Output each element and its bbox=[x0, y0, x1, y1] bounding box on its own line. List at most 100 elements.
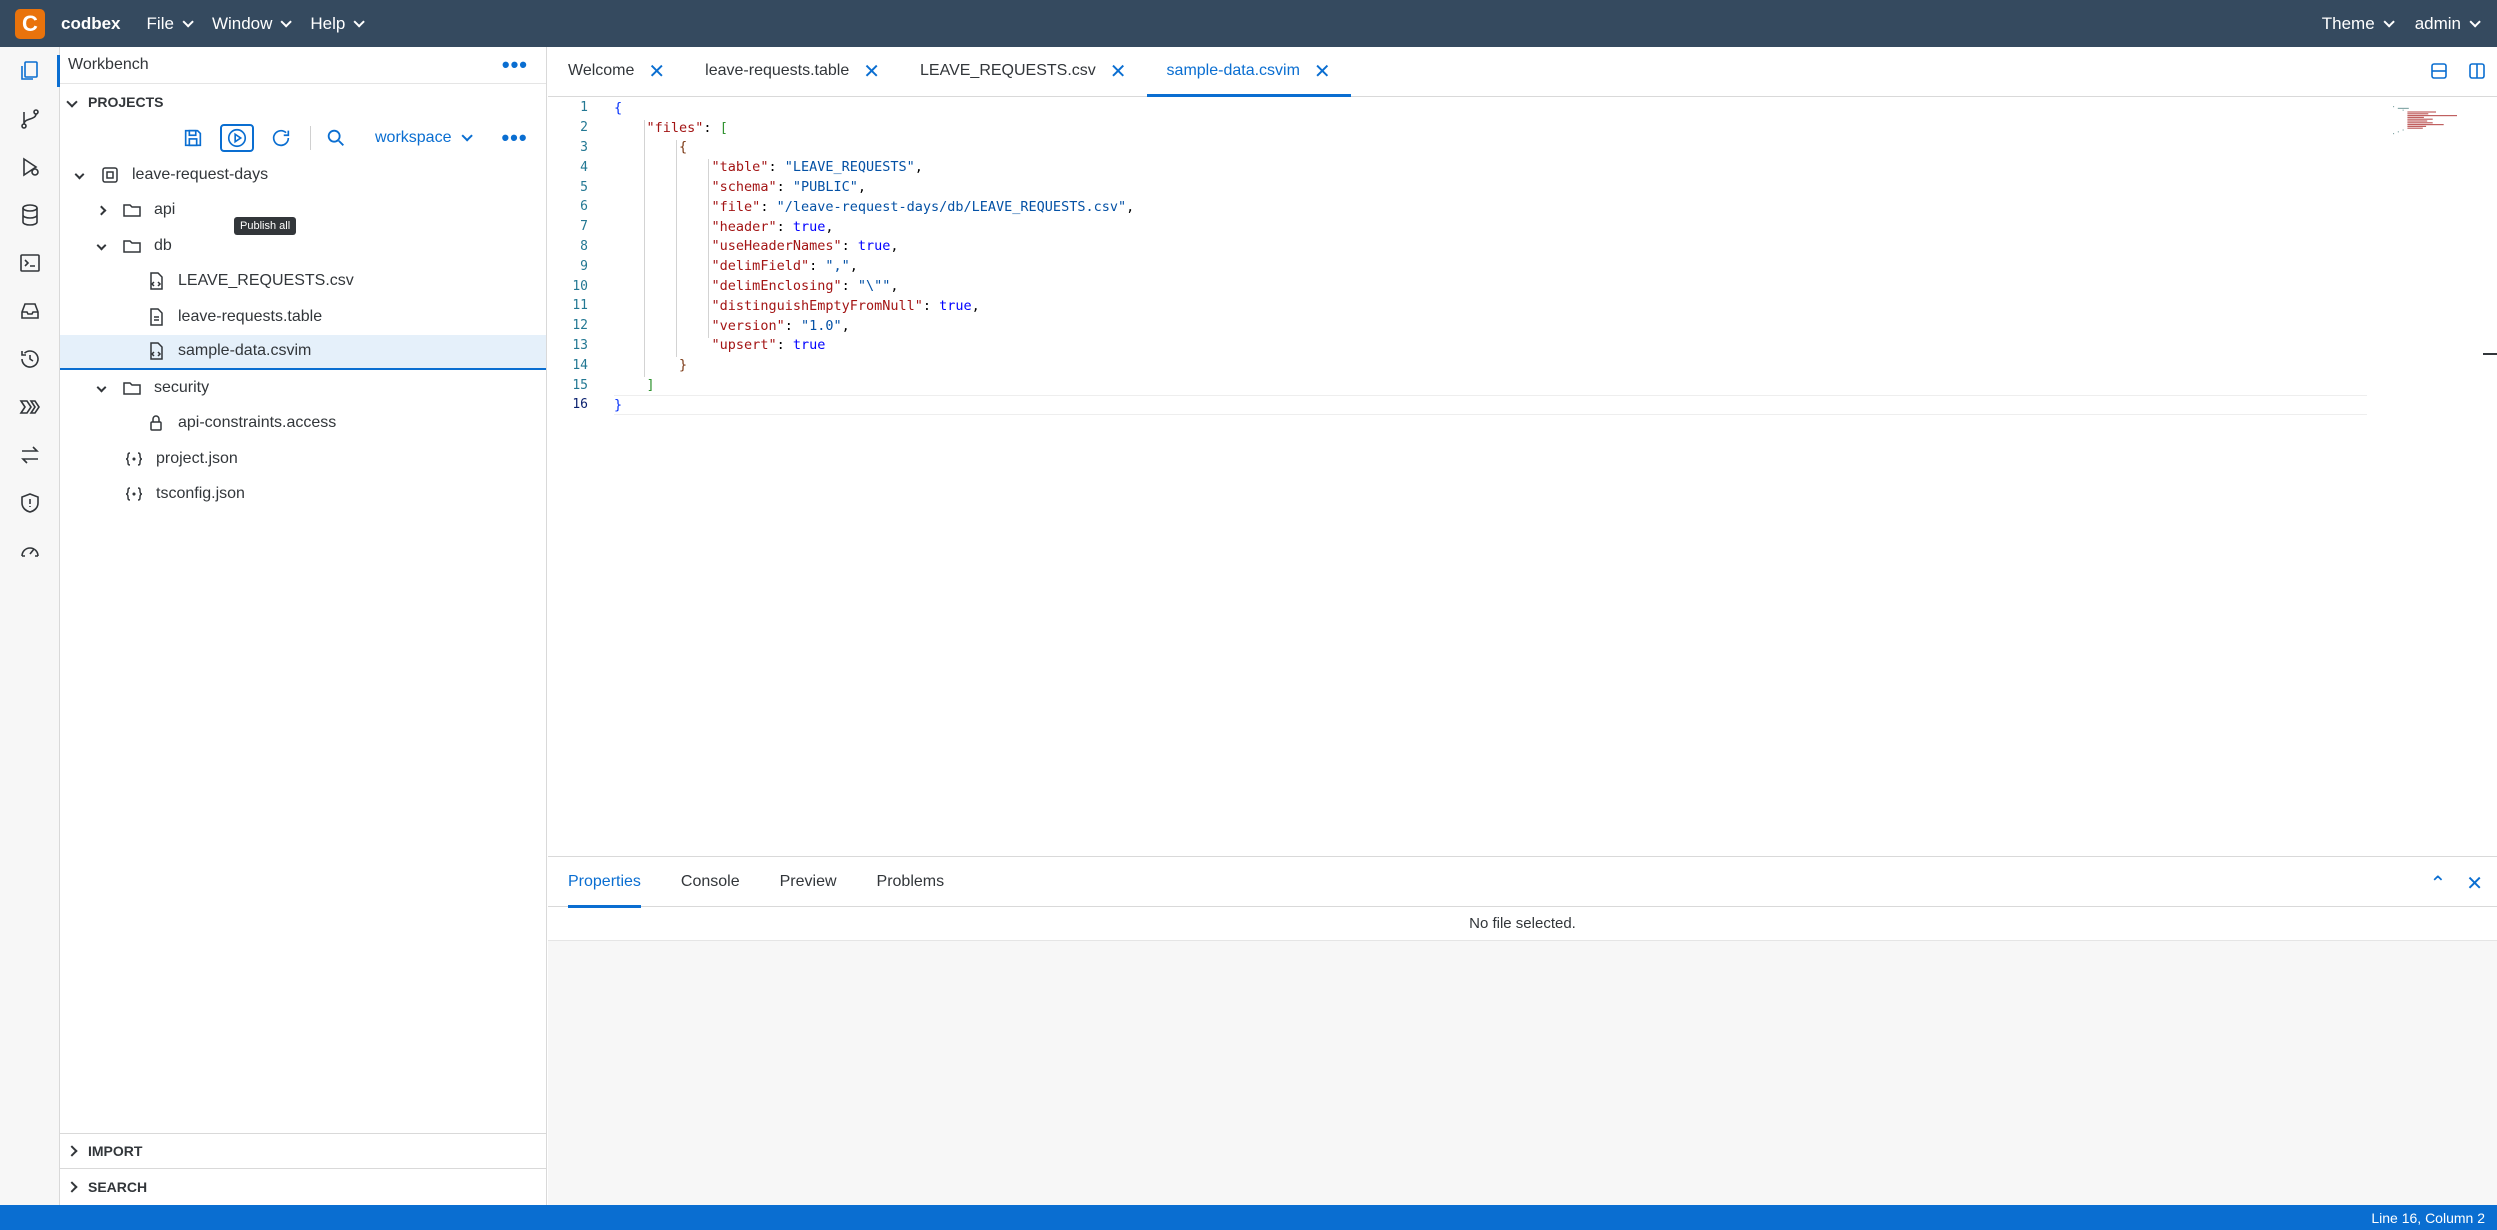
code-editor[interactable]: 1{2 "files": [3 {4 "table": "LEAVE_REQUE… bbox=[548, 98, 2497, 858]
line-number: 2 bbox=[580, 120, 588, 136]
activity-monitor[interactable] bbox=[0, 527, 60, 575]
line-content: "upsert": true bbox=[711, 337, 826, 354]
chevron-right-icon bbox=[66, 1180, 78, 1193]
tree-item-folder[interactable]: db bbox=[60, 228, 546, 264]
code-line[interactable]: 4 "table": "LEAVE_REQUESTS", bbox=[548, 157, 2497, 177]
tab-console[interactable]: Console bbox=[661, 857, 760, 907]
chevron-down-icon bbox=[2383, 15, 2395, 28]
expand-toggle[interactable] bbox=[72, 169, 86, 180]
activity-history[interactable] bbox=[0, 335, 60, 383]
project-tree: leave-request-days api db LEAVE_REQUESTS… bbox=[60, 157, 546, 512]
code-line[interactable]: 1{ bbox=[548, 98, 2497, 118]
close-icon[interactable]: ✕ bbox=[2466, 871, 2483, 896]
search-button[interactable] bbox=[319, 124, 353, 152]
code-line[interactable]: 7 "header": true, bbox=[548, 217, 2497, 237]
close-icon[interactable]: ✕ bbox=[1110, 59, 1127, 84]
git-branch-icon bbox=[21, 109, 39, 129]
projects-more-icon[interactable]: ••• bbox=[501, 127, 527, 149]
chevron-up-icon[interactable]: ⌃ bbox=[2429, 871, 2446, 896]
folder-icon bbox=[123, 204, 141, 217]
code-line[interactable]: 3 { bbox=[548, 138, 2497, 158]
activity-transport[interactable] bbox=[0, 431, 60, 479]
close-icon[interactable]: ✕ bbox=[1314, 59, 1331, 84]
menu-file[interactable]: File bbox=[147, 14, 194, 34]
activity-terminal[interactable] bbox=[0, 239, 60, 287]
menu-window[interactable]: Window bbox=[212, 14, 293, 34]
publish-all-button[interactable] bbox=[220, 124, 254, 152]
code-line[interactable]: 11 "distinguishEmptyFromNull": true, bbox=[548, 296, 2497, 316]
tab-sample-data-csvim[interactable]: sample-data.csvim ✕ bbox=[1146, 46, 1351, 97]
expand-toggle[interactable] bbox=[94, 205, 108, 216]
tree-item-file[interactable]: LEAVE_REQUESTS.csv bbox=[60, 264, 546, 300]
tab-welcome[interactable]: Welcome ✕ bbox=[548, 46, 685, 96]
tree-item-file-selected[interactable]: sample-data.csvim bbox=[60, 334, 546, 370]
code-line[interactable]: 16} bbox=[548, 394, 2497, 415]
split-vertical-icon[interactable] bbox=[2467, 61, 2487, 81]
line-content: ] bbox=[646, 377, 655, 394]
tree-item-label: db bbox=[154, 236, 172, 254]
code-line[interactable]: 2 "files": [ bbox=[548, 118, 2497, 138]
tab-leave-requests-csv[interactable]: LEAVE_REQUESTS.csv ✕ bbox=[900, 46, 1147, 96]
activity-pipeline[interactable] bbox=[0, 383, 60, 431]
cursor-position: Line 16, Column 2 bbox=[2371, 1209, 2485, 1226]
bottom-panel: Properties Console Preview Problems ⌃ ✕ … bbox=[548, 856, 2497, 1205]
tree-item-folder[interactable]: security bbox=[60, 370, 546, 406]
code-line[interactable]: 5 "schema": "PUBLIC", bbox=[548, 177, 2497, 197]
line-number: 15 bbox=[572, 377, 588, 393]
minimap[interactable] bbox=[2387, 106, 2465, 136]
chevron-down-icon bbox=[96, 382, 106, 393]
expand-toggle[interactable] bbox=[94, 240, 108, 251]
tab-problems[interactable]: Problems bbox=[857, 857, 965, 907]
tab-properties[interactable]: Properties bbox=[548, 857, 661, 908]
code-line[interactable]: 15 ] bbox=[548, 375, 2497, 395]
projects-section-header[interactable]: PROJECTS bbox=[60, 84, 546, 119]
tree-item-label: security bbox=[154, 378, 210, 396]
collapsed-sections: IMPORT SEARCH bbox=[60, 1133, 546, 1204]
expand-toggle[interactable] bbox=[94, 382, 108, 393]
menu-help[interactable]: Help bbox=[310, 14, 366, 34]
tree-item-file[interactable]: api-constraints.access bbox=[60, 406, 546, 442]
code-line[interactable]: 6 "file": "/leave-request-days/db/LEAVE_… bbox=[548, 197, 2497, 217]
menu-user[interactable]: admin bbox=[2415, 14, 2481, 34]
projects-toolbar: workspace ••• Publish all bbox=[60, 119, 546, 235]
activity-git[interactable] bbox=[0, 95, 60, 143]
tab-preview[interactable]: Preview bbox=[760, 857, 857, 907]
codbex-logo-icon[interactable]: C bbox=[15, 8, 45, 39]
status-bar: Line 16, Column 2 bbox=[0, 1205, 2497, 1230]
more-options-icon[interactable]: ••• bbox=[502, 54, 528, 76]
workspace-select[interactable]: workspace bbox=[375, 129, 474, 147]
close-icon[interactable]: ✕ bbox=[863, 59, 880, 84]
activity-inbox[interactable] bbox=[0, 287, 60, 335]
close-icon[interactable]: ✕ bbox=[648, 59, 665, 84]
import-section-header[interactable]: IMPORT bbox=[60, 1134, 546, 1169]
line-content: "header": true, bbox=[711, 218, 834, 235]
brand-name: codbex bbox=[61, 13, 121, 33]
database-icon bbox=[22, 204, 38, 226]
editor-layout-tools bbox=[2411, 61, 2487, 81]
code-line[interactable]: 13 "upsert": true bbox=[548, 336, 2497, 356]
code-line[interactable]: 10 "delimEnclosing": "\"", bbox=[548, 276, 2497, 296]
activity-debug[interactable] bbox=[0, 143, 60, 191]
json-icon bbox=[125, 487, 143, 501]
tree-item-project[interactable]: leave-request-days bbox=[60, 157, 546, 193]
file-icon bbox=[150, 308, 163, 326]
code-line[interactable]: 12 "version": "1.0", bbox=[548, 316, 2497, 336]
activity-workbench[interactable] bbox=[0, 47, 60, 95]
line-number: 14 bbox=[572, 357, 588, 373]
menu-theme[interactable]: Theme bbox=[2322, 14, 2395, 34]
code-line[interactable]: 8 "useHeaderNames": true, bbox=[548, 237, 2497, 257]
code-line[interactable]: 9 "delimField": ",", bbox=[548, 256, 2497, 276]
split-horizontal-icon[interactable] bbox=[2429, 61, 2449, 81]
save-all-button[interactable] bbox=[176, 124, 210, 152]
activity-security[interactable] bbox=[0, 479, 60, 527]
tree-item-folder[interactable]: api bbox=[60, 193, 546, 229]
code-line[interactable]: 14 } bbox=[548, 355, 2497, 375]
tree-item-file[interactable]: leave-requests.table bbox=[60, 299, 546, 335]
tab-leave-requests-table[interactable]: leave-requests.table ✕ bbox=[685, 46, 900, 96]
tree-item-file[interactable]: tsconfig.json bbox=[60, 477, 546, 513]
tree-item-file[interactable]: project.json bbox=[60, 441, 546, 477]
search-section-header[interactable]: SEARCH bbox=[60, 1169, 546, 1204]
refresh-button[interactable] bbox=[264, 124, 298, 152]
indent-guide bbox=[676, 139, 677, 358]
activity-database[interactable] bbox=[0, 191, 60, 239]
